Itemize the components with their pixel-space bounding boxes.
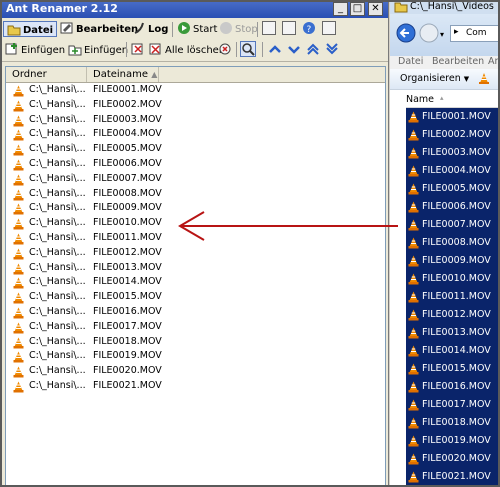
annotation-arrow xyxy=(178,211,398,241)
